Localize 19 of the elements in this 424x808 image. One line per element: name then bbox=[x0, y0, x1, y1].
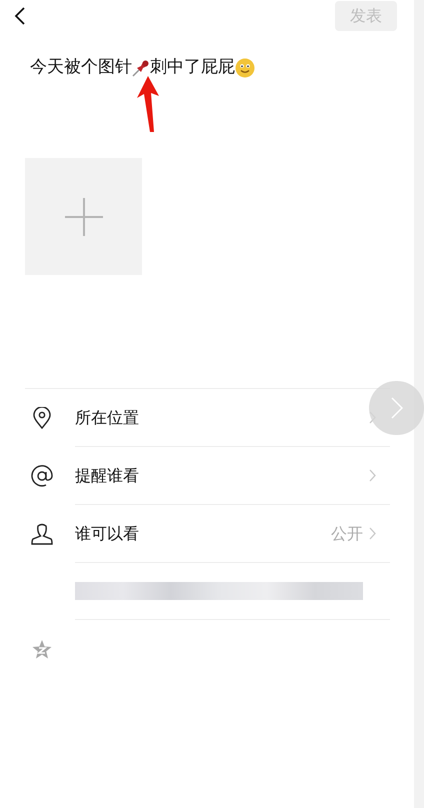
option-label: 谁可以看 bbox=[75, 522, 140, 544]
chevron-right-icon bbox=[369, 527, 376, 540]
chevron-right-icon bbox=[390, 397, 402, 419]
back-icon[interactable] bbox=[14, 6, 26, 26]
option-label: 所在位置 bbox=[75, 406, 140, 428]
post-text: 刺中了屁屁 bbox=[150, 56, 235, 80]
post-text: 今天被个图针 bbox=[30, 56, 132, 80]
star-icon[interactable] bbox=[32, 640, 52, 659]
option-label: 提醒谁看 bbox=[75, 464, 140, 486]
at-sign-icon bbox=[30, 465, 52, 487]
annotation-arrow-icon bbox=[135, 76, 161, 134]
plus-icon bbox=[64, 198, 102, 236]
person-icon bbox=[30, 523, 52, 545]
chevron-right-icon bbox=[369, 469, 376, 482]
option-value: 公开 bbox=[331, 522, 363, 544]
pushpin-icon bbox=[132, 59, 150, 77]
floating-next-button[interactable] bbox=[369, 381, 424, 435]
location-pin-icon bbox=[32, 407, 50, 429]
smiley-icon bbox=[235, 58, 255, 78]
